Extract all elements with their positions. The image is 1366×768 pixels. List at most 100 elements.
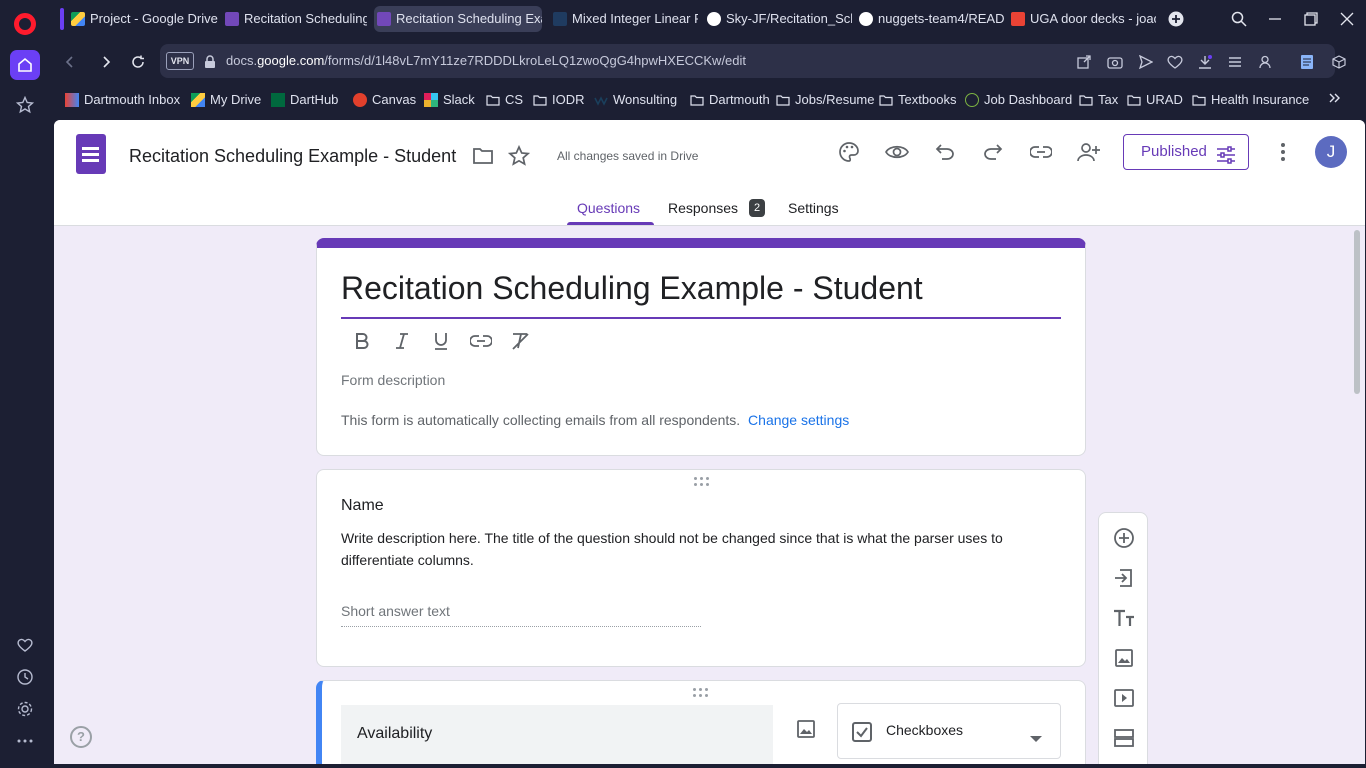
search-tabs-icon[interactable] (1228, 8, 1250, 30)
question-card-name[interactable]: Name Write description here. The title o… (316, 469, 1086, 667)
bookmark-dartmouth[interactable]: Dartmouth (690, 91, 770, 109)
bookmarks-overflow-icon[interactable] (1328, 91, 1342, 109)
bookmark-textbooks[interactable]: Textbooks (879, 91, 957, 109)
bookmark-dartmouth-inbox[interactable]: Dartmouth Inbox (65, 91, 180, 109)
add-image-icon[interactable] (1112, 646, 1136, 670)
send-icon[interactable] (1136, 52, 1156, 72)
more-vert-icon[interactable] (1271, 140, 1295, 164)
easy-setup-icon[interactable] (1225, 52, 1245, 72)
tab-label: Recitation Scheduling Exar (396, 11, 542, 26)
question-card-availability[interactable]: Availability Checkboxes (316, 680, 1086, 764)
help-icon[interactable]: ? (70, 726, 92, 748)
question-type-dropdown[interactable]: Checkboxes (837, 703, 1061, 759)
reload-icon[interactable] (128, 52, 148, 72)
tab-settings[interactable]: Settings (788, 200, 839, 216)
form-title-input[interactable]: Recitation Scheduling Example - Student (341, 270, 923, 307)
bookmark-cs[interactable]: CS (486, 91, 523, 109)
tab-label: Project - Google Drive (90, 11, 218, 26)
publish-button[interactable]: Published (1123, 134, 1249, 170)
change-settings-link[interactable]: Change settings (748, 412, 849, 428)
scrollbar-thumb[interactable] (1354, 230, 1360, 394)
bookmark-tax[interactable]: Tax (1079, 91, 1118, 109)
italic-icon[interactable] (391, 330, 413, 352)
bookmark-canvas[interactable]: Canvas (353, 91, 416, 109)
vpn-badge[interactable]: VPN (166, 52, 194, 70)
forward-icon[interactable] (96, 52, 116, 72)
add-question-icon[interactable] (1112, 526, 1136, 550)
add-image-icon[interactable] (794, 717, 818, 741)
bold-icon[interactable] (351, 330, 373, 352)
undo-icon[interactable] (933, 140, 957, 164)
tab-github-sky[interactable]: Sky-JF/Recitation_Sche (704, 6, 852, 32)
underline-icon[interactable] (430, 330, 452, 352)
copy-link-icon[interactable] (1029, 140, 1053, 164)
bookmark-wonsulting[interactable]: Wonsulting (594, 91, 677, 109)
tab-responses[interactable]: Responses (668, 200, 738, 216)
star-icon[interactable] (12, 92, 38, 118)
preview-eye-icon[interactable] (885, 140, 909, 164)
document-title[interactable]: Recitation Scheduling Example - Student (129, 146, 456, 167)
reader-icon[interactable] (1297, 52, 1317, 72)
wonsulting-icon (594, 93, 608, 107)
share-page-icon[interactable] (1074, 52, 1094, 72)
restore-icon[interactable] (1300, 8, 1322, 30)
drag-handle-icon[interactable] (693, 688, 709, 698)
bookmark-job-dashboard[interactable]: Job Dashboard (965, 91, 1072, 109)
heart-icon[interactable] (12, 632, 38, 658)
settings-gear-icon[interactable] (12, 696, 38, 722)
camera-icon[interactable] (1105, 52, 1125, 72)
add-video-icon[interactable] (1112, 686, 1136, 710)
bookmark-iodr[interactable]: IODR (533, 91, 585, 109)
tab-questions[interactable]: Questions (577, 200, 640, 216)
folder-icon (533, 93, 547, 107)
bookmark-jobs-resume[interactable]: Jobs/Resume (776, 91, 874, 109)
tab-project-drive[interactable]: Project - Google Drive (68, 6, 218, 32)
account-avatar[interactable]: J (1315, 136, 1347, 168)
bookmark-urad[interactable]: URAD (1127, 91, 1183, 109)
bookmark-my-drive[interactable]: My Drive (191, 91, 261, 109)
home-icon[interactable] (10, 50, 40, 80)
tab-gmail-uga[interactable]: UGA door decks - joao (1008, 6, 1156, 32)
minimize-icon[interactable] (1264, 8, 1286, 30)
lock-icon[interactable] (200, 52, 220, 72)
history-icon[interactable] (12, 664, 38, 690)
drag-handle-icon[interactable] (694, 477, 710, 487)
question-description[interactable]: Write description here. The title of the… (341, 527, 1061, 571)
new-tab-icon[interactable] (1165, 8, 1187, 30)
form-title-card[interactable]: Recitation Scheduling Example - Student … (316, 238, 1086, 456)
bookmark-darthub[interactable]: DartHub (271, 91, 338, 109)
add-collaborator-icon[interactable] (1077, 140, 1101, 164)
palette-icon[interactable] (837, 140, 861, 164)
redo-icon[interactable] (981, 140, 1005, 164)
tab-strip: Project - Google Drive Recitation Schedu… (50, 0, 1366, 38)
add-title-description-icon[interactable] (1112, 606, 1136, 630)
move-to-folder-icon[interactable] (471, 144, 495, 168)
tab-milp[interactable]: Mixed Integer Linear Pr (550, 6, 698, 32)
tab-github-nuggets[interactable]: nuggets-team4/READM (856, 6, 1004, 32)
question-title-field[interactable]: Availability (341, 705, 773, 764)
save-status: All changes saved in Drive (557, 149, 699, 163)
form-description-input[interactable]: Form description (341, 372, 445, 388)
extensions-cube-icon[interactable] (1329, 52, 1349, 72)
bookmark-slack[interactable]: Slack (424, 91, 475, 109)
import-questions-icon[interactable] (1112, 566, 1136, 590)
tab-recitation-active[interactable]: Recitation Scheduling Exar (374, 6, 542, 32)
question-title[interactable]: Name (341, 497, 384, 515)
title-underline (341, 317, 1061, 319)
close-window-icon[interactable] (1336, 8, 1358, 30)
url-text[interactable]: docs.google.com/forms/d/1l48vL7mY11ze7RD… (226, 53, 746, 68)
bookmark-health-insurance[interactable]: Health Insurance (1192, 91, 1309, 109)
back-icon[interactable] (60, 52, 80, 72)
tab-recitation-1[interactable]: Recitation Scheduling E (222, 6, 367, 32)
star-icon[interactable] (507, 144, 531, 168)
heart-icon[interactable] (1165, 52, 1185, 72)
insert-link-icon[interactable] (470, 330, 492, 352)
bookmark-label: Slack (443, 92, 475, 107)
clear-formatting-icon[interactable] (510, 330, 532, 352)
more-dots-icon[interactable] (12, 728, 38, 754)
opera-logo-icon[interactable] (14, 13, 36, 35)
google-forms-logo-icon[interactable] (76, 134, 106, 174)
profile-icon[interactable] (1255, 52, 1275, 72)
add-section-icon[interactable] (1112, 726, 1136, 750)
downloads-icon[interactable] (1195, 52, 1215, 72)
